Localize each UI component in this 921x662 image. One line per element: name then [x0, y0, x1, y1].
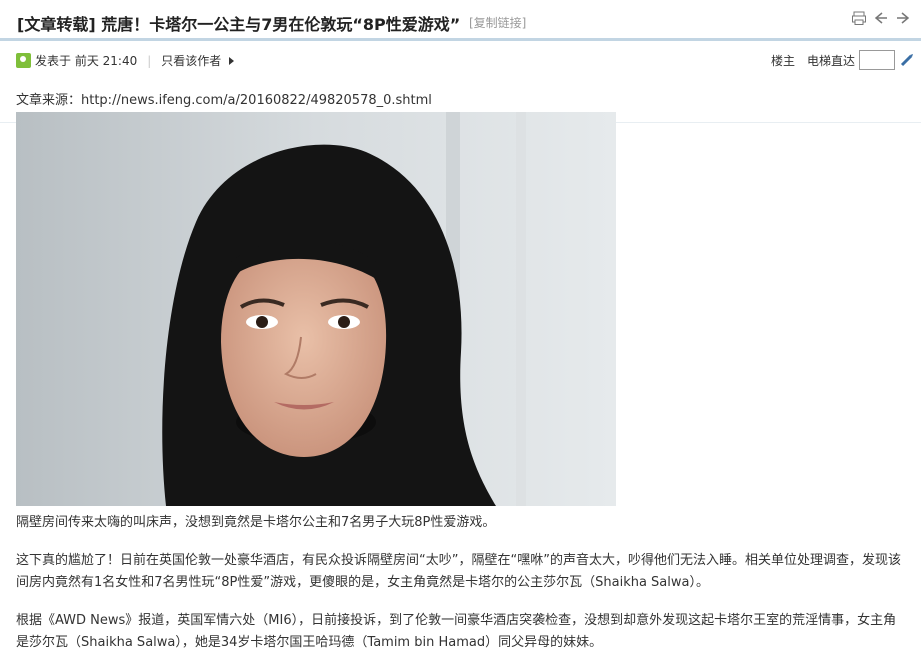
post-meta: 发表于 前天 21:40 | 只看该作者 楼主 电梯直达 [0, 44, 921, 123]
paragraph: 这下真的尴尬了！日前在英国伦敦一处豪华酒店，有民众投诉隔壁房间“太吵”，隔壁在“… [16, 553, 901, 590]
divider: | [147, 53, 152, 68]
elevator-label: 电梯直达 [806, 53, 855, 68]
post-title: [文章转载] 荒唐！卡塔尔一公主与7男在伦敦玩“8P性爱游戏” [17, 15, 461, 34]
article-source: 文章来源：http://news.ifeng.com/a/20160822/49… [16, 93, 432, 108]
elevator-input[interactable] [859, 50, 895, 70]
elevator-go-icon[interactable] [899, 52, 915, 68]
arrow-right-icon [229, 56, 235, 65]
author-only-link[interactable]: 只看该作者 [161, 52, 221, 69]
prev-thread-icon[interactable] [873, 10, 889, 26]
title-divider [0, 38, 921, 41]
thread-tools [851, 10, 911, 26]
next-thread-icon[interactable] [895, 10, 911, 26]
floor-label: 楼主 [770, 53, 795, 68]
online-status-icon [16, 53, 31, 68]
copy-link[interactable]: [复制链接] [469, 14, 526, 31]
post-time: 发表于 前天 21:40 [35, 54, 138, 68]
post-content: 文章来源：http://news.ifeng.com/a/20160822/49… [16, 90, 908, 654]
paragraph: 根据《AWD News》报道，英国军情六处（MI6），日前接投诉，到了伦敦一间豪… [16, 613, 897, 650]
print-icon[interactable] [851, 10, 867, 26]
photo-caption: 隔壁房间传来太嗨的叫床声，没想到竟然是卡塔尔公主和7名男子大玩8P性爱游戏。 [16, 515, 496, 530]
article-photo [16, 112, 616, 506]
post-header: [文章转载] 荒唐！卡塔尔一公主与7男在伦敦玩“8P性爱游戏” [复制链接] [0, 0, 921, 41]
